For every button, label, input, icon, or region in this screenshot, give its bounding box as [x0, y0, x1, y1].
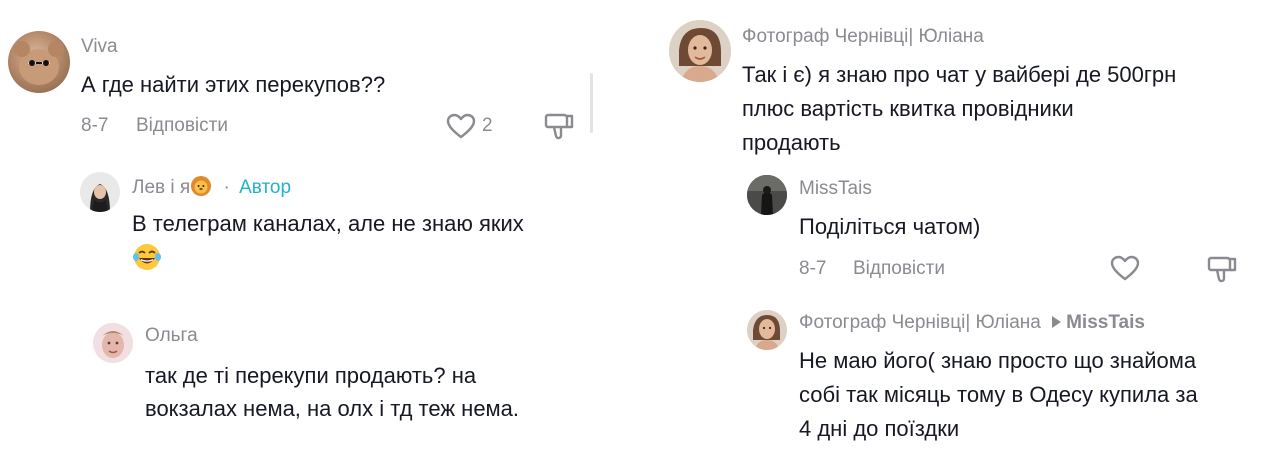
reply-text: Поділіться чатом) — [799, 214, 981, 239]
reply-username-line: Лев і я · Автор — [132, 175, 291, 199]
reply-text: В телеграм каналах, але не знаю яких — [132, 211, 524, 236]
lion-emoji-icon — [191, 176, 212, 196]
scrollbar[interactable] — [590, 73, 593, 133]
avatar-yuliana[interactable] — [669, 20, 731, 82]
like-button[interactable] — [1110, 255, 1140, 283]
reply-username[interactable]: MissTais — [799, 178, 872, 200]
avatar-misstais[interactable] — [747, 175, 787, 215]
laughing-emoji-icon — [132, 242, 164, 272]
reply-username[interactable]: Лев і я — [132, 177, 190, 198]
reply-button[interactable]: Відповісти — [136, 115, 228, 137]
reply-text-line3: 4 дні до поїздки — [799, 416, 960, 441]
heart-outline-icon — [446, 113, 476, 139]
comment-username[interactable]: Viva — [81, 36, 118, 58]
reply-username[interactable]: Ольга — [145, 325, 198, 347]
comment-text: А где найти этих перекупов?? — [81, 72, 386, 97]
comment-text-line3: продають — [742, 130, 841, 155]
avatar-lev[interactable] — [80, 172, 120, 212]
reply-button[interactable]: Відповісти — [853, 258, 945, 280]
thumbs-down-icon — [1207, 256, 1237, 283]
reply-username[interactable]: Фотограф Чернівці| Юліана — [799, 312, 1041, 333]
dislike-button[interactable] — [1207, 254, 1239, 284]
comment-text-line1: Так і є) я знаю про чат у вайбері де 500… — [742, 62, 1177, 87]
thumbs-down-icon — [544, 113, 574, 140]
comment-username[interactable]: Фотограф Чернівці| Юліана — [742, 26, 984, 48]
reply-text-line1: так де ті перекупи продають? на — [145, 363, 477, 388]
reply-to-username[interactable]: MissTais — [1066, 312, 1145, 333]
reply-username-line: Фотограф Чернівці| Юліана MissTais — [799, 312, 1145, 334]
comment-date: 8-7 — [81, 115, 109, 136]
comment-text-line2: плюс вартість квитка провідники — [742, 96, 1074, 121]
reply-text-line2: собі так місяць тому в Одесу купила за — [799, 382, 1198, 407]
avatar-viva[interactable] — [8, 31, 70, 93]
play-triangle-icon — [1052, 316, 1062, 328]
reply-date: 8-7 — [799, 258, 827, 279]
dislike-button[interactable] — [544, 111, 576, 141]
heart-outline-icon — [1110, 255, 1140, 281]
avatar-yuliana-small[interactable] — [747, 310, 787, 350]
author-separator: · — [223, 177, 230, 198]
author-badge: Автор — [239, 177, 292, 198]
avatar-olga[interactable] — [93, 323, 133, 363]
like-button[interactable]: 2 — [446, 111, 506, 141]
reply-text-line1: Не маю його( знаю просто що знайома — [799, 348, 1197, 373]
reply-text-line2: вокзалах нема, на олх і тд теж нема. — [145, 396, 520, 421]
like-count: 2 — [482, 115, 493, 136]
